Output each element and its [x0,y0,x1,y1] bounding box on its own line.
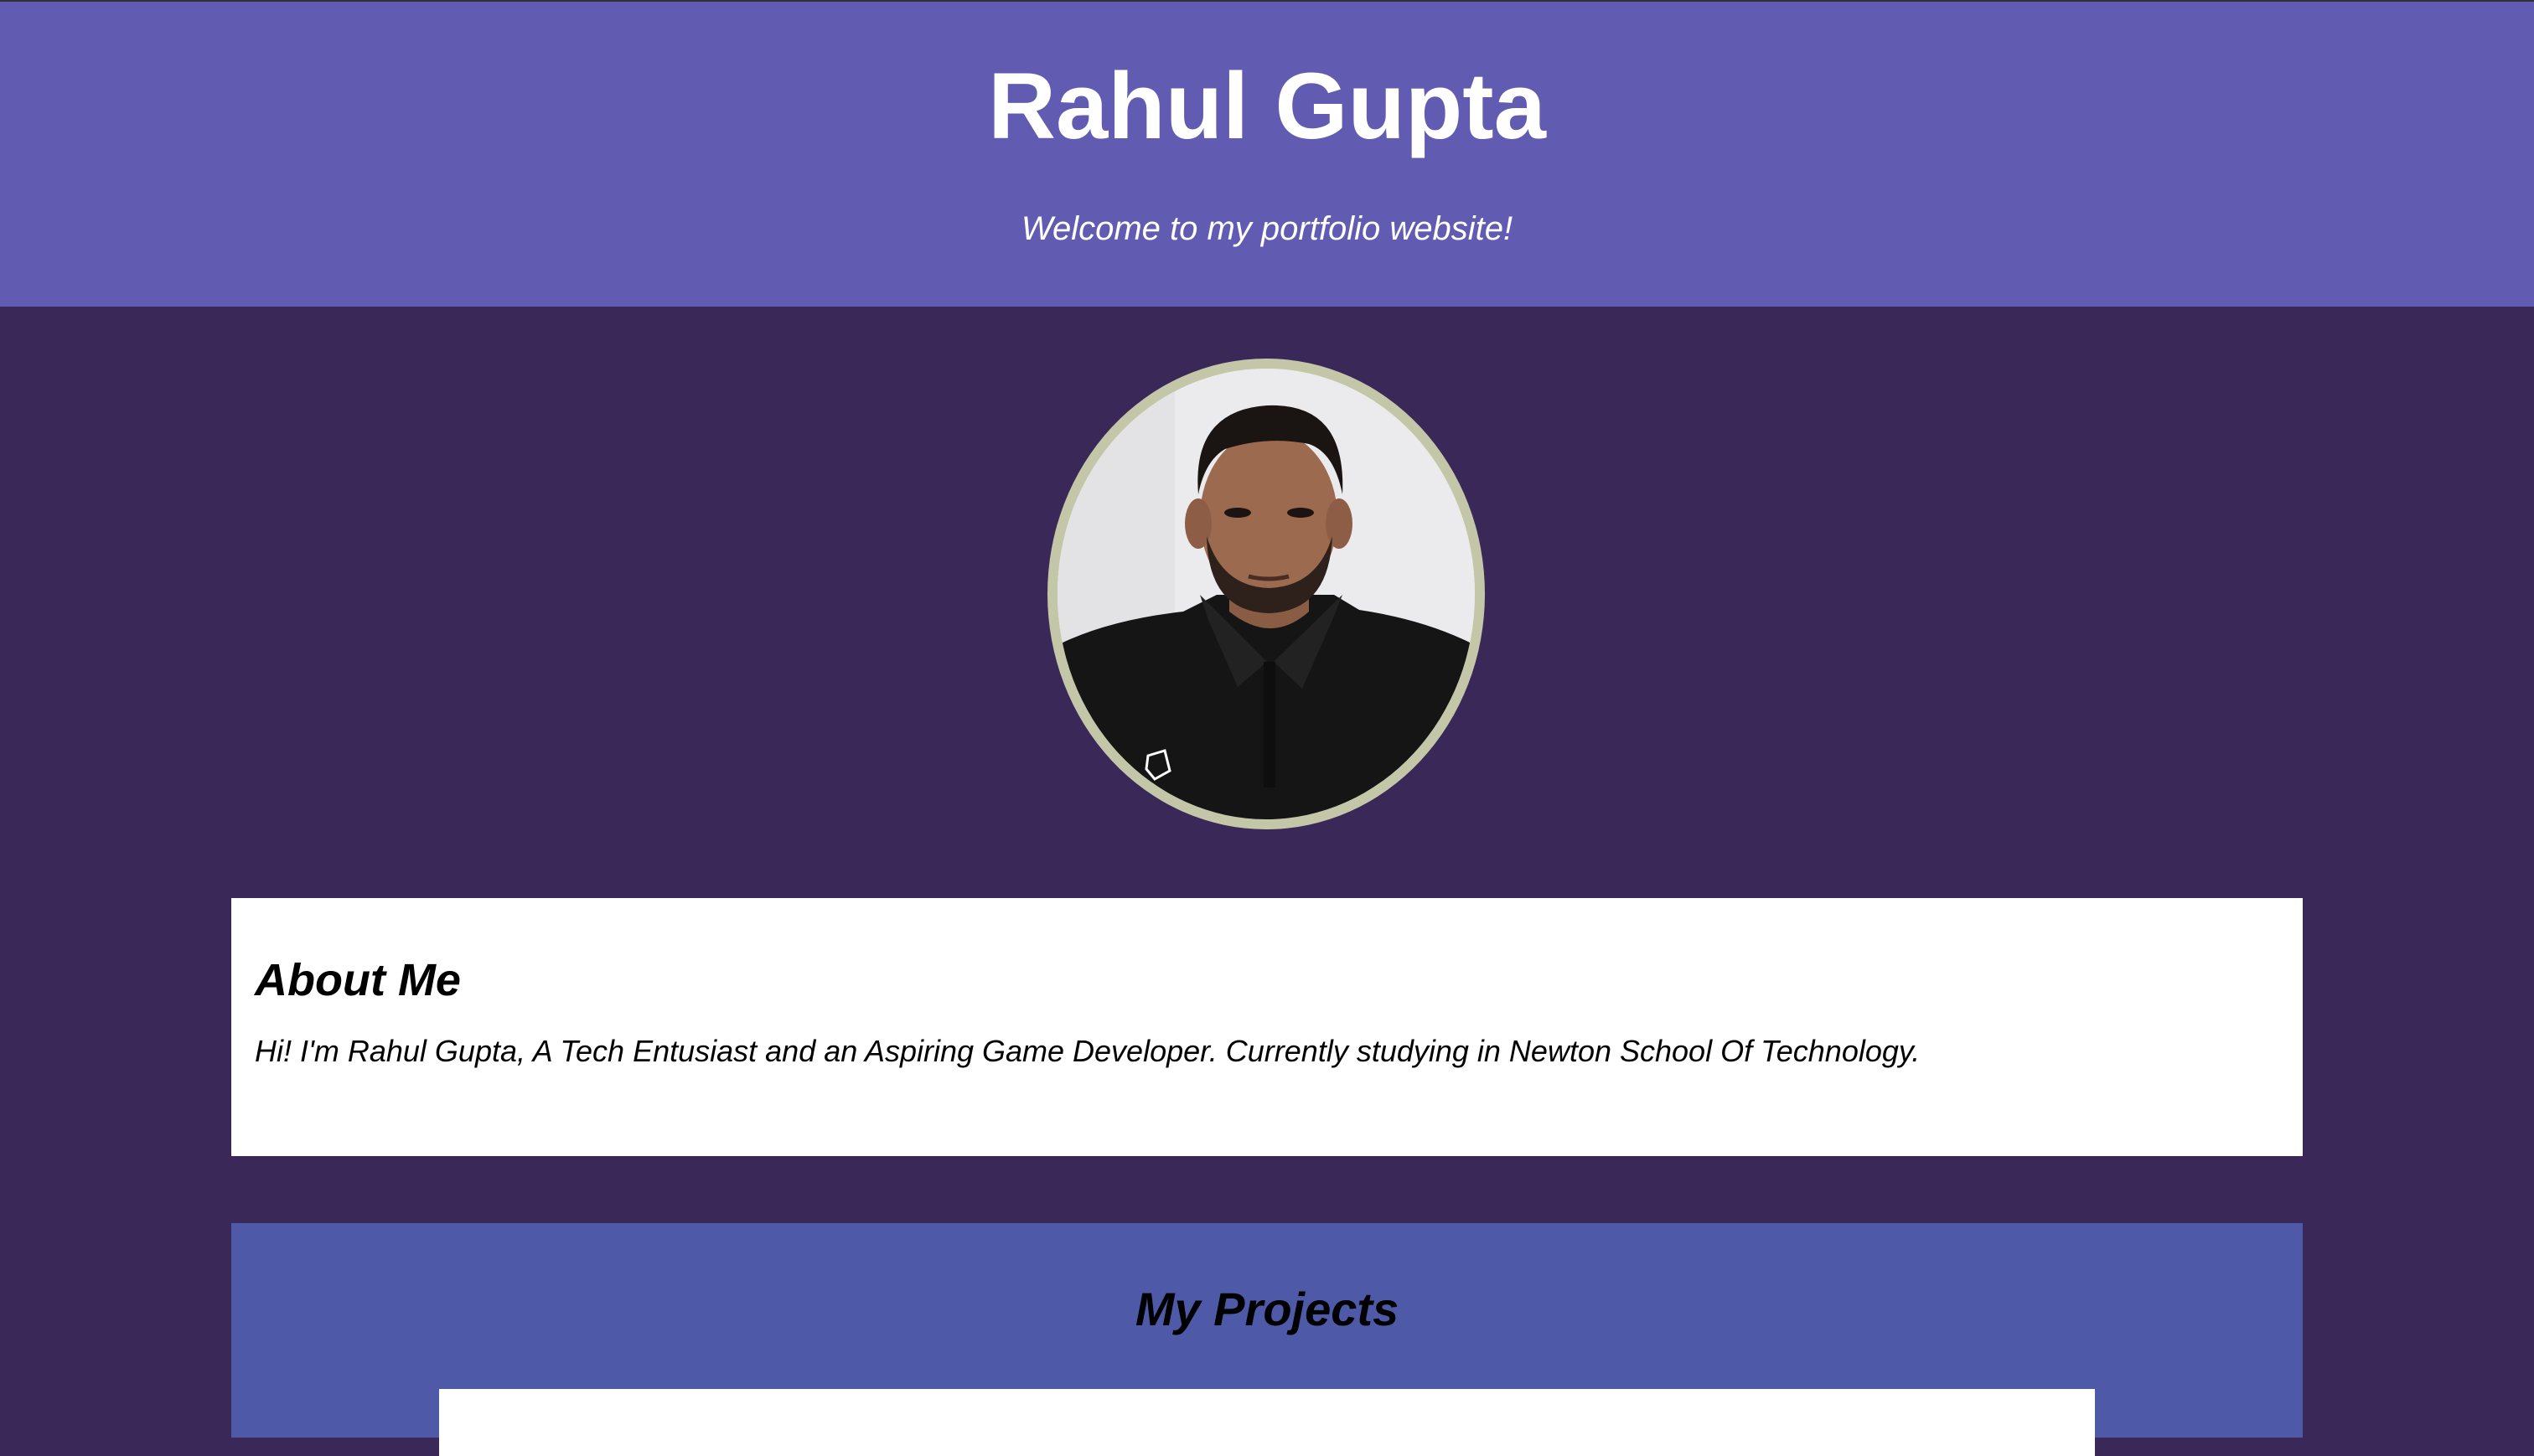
about-me-section: About Me Hi! I'm Rahul Gupta, A Tech Ent… [231,898,2303,1156]
profile-photo-frame [1047,359,1485,829]
profile-photo [1058,369,1475,819]
site-header: Rahul Gupta Welcome to my portfolio webs… [0,2,2534,307]
project-card [439,1389,2095,1456]
about-me-text: Hi! I'm Rahul Gupta, A Tech Entusiast an… [255,1034,1921,1068]
site-title: Rahul Gupta [988,54,1546,158]
about-me-heading: About Me [255,955,461,1005]
projects-heading: My Projects [1135,1283,1399,1335]
projects-section: My Projects [231,1223,2303,1456]
profile-portrait-image [1058,369,1475,819]
site-tagline: Welcome to my portfolio website! [1021,210,1513,247]
